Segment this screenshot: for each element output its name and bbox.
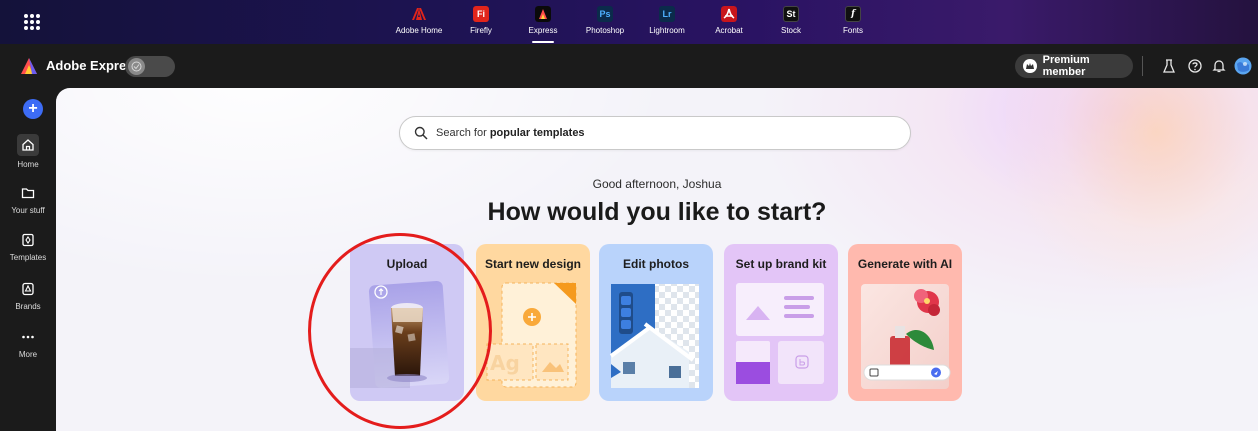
app-switcher-bar: Adobe Home Fi Firefly Express Ps Photosh… <box>0 0 1258 44</box>
adobe-home-icon <box>412 8 426 20</box>
active-indicator <box>532 41 554 43</box>
more-icon <box>19 328 37 346</box>
help-icon[interactable] <box>1186 57 1204 75</box>
avatar[interactable] <box>1234 57 1252 75</box>
greeting-text: Good afternoon, Joshua <box>592 177 722 191</box>
app-label: Photoshop <box>585 26 625 35</box>
app-stock[interactable]: St Stock <box>760 4 822 44</box>
sidebar-item-label: Home <box>17 160 39 169</box>
acrobat-icon <box>721 6 737 22</box>
app-label: Fonts <box>842 26 863 35</box>
plus-icon: + <box>28 100 38 117</box>
sidebar-item-home[interactable]: Home <box>0 134 56 169</box>
sidebar-item-label: Templates <box>9 253 47 262</box>
app-list: Adobe Home Fi Firefly Express Ps Photosh… <box>388 4 884 44</box>
generate-with-ai-card[interactable]: Generate with AI <box>848 244 962 401</box>
express-icon <box>535 6 551 22</box>
card-title: Generate with AI <box>857 257 953 271</box>
start-new-design-card[interactable]: Ag Start new design <box>476 244 590 401</box>
create-new-button[interactable]: + <box>23 99 43 119</box>
sidebar-item-brands[interactable]: Brands <box>0 280 56 311</box>
brands-icon <box>19 280 37 298</box>
app-photoshop[interactable]: Ps Photoshop <box>574 4 636 44</box>
card-title: Edit photos <box>623 257 689 271</box>
app-fonts[interactable]: f Fonts <box>822 4 884 44</box>
card-title: Set up brand kit <box>735 257 827 271</box>
home-icon <box>17 134 39 156</box>
adobe-express-logo[interactable] <box>20 58 38 74</box>
bell-icon[interactable] <box>1210 57 1228 75</box>
home-canvas: Search for popular templates Good aftern… <box>56 88 1258 431</box>
search-placeholder: Search for popular templates <box>436 127 585 139</box>
premium-member-badge[interactable]: Premium member <box>1015 54 1133 78</box>
sidebar-item-label: More <box>18 350 38 359</box>
beaker-icon[interactable] <box>1160 57 1178 75</box>
sidebar-item-label: Brands <box>15 302 41 311</box>
express-header: Adobe Express Premium member <box>0 44 1258 88</box>
app-adobe-home[interactable]: Adobe Home <box>388 4 450 44</box>
sidebar-item-your-stuff[interactable]: Your stuff <box>0 184 56 215</box>
sidebar-item-templates[interactable]: Templates <box>0 231 56 262</box>
set-up-brand-kit-card[interactable]: Set up brand kit <box>724 244 838 401</box>
templates-icon <box>19 231 37 249</box>
edit-photos-card[interactable]: Edit photos <box>599 244 713 401</box>
app-label: Acrobat <box>715 26 743 35</box>
app-lightroom[interactable]: Lr Lightroom <box>636 4 698 44</box>
app-express[interactable]: Express <box>512 4 574 44</box>
app-acrobat[interactable]: Acrobat <box>698 4 760 44</box>
premium-label: Premium member <box>1042 54 1090 78</box>
search-input[interactable]: Search for popular templates <box>399 116 911 150</box>
crown-icon <box>1023 59 1037 73</box>
divider <box>1142 56 1143 76</box>
ag-text-glyph: Ag <box>490 351 520 375</box>
app-firefly[interactable]: Fi Firefly <box>450 4 512 44</box>
sidebar: + Home Your stuff Templates Brands More <box>0 88 56 431</box>
fonts-icon: f <box>845 6 861 22</box>
app-label: Adobe Home <box>395 26 443 35</box>
app-label: Express <box>528 26 558 35</box>
toggle-knob-icon <box>128 58 145 75</box>
card-title: Upload <box>386 257 428 271</box>
upload-card[interactable]: Upload <box>350 244 464 401</box>
sidebar-item-label: Your stuff <box>11 206 45 215</box>
apps-grid-icon[interactable] <box>22 12 42 32</box>
photoshop-icon: Ps <box>597 6 613 22</box>
card-title: Start new design <box>484 257 582 271</box>
app-label: Lightroom <box>649 26 685 35</box>
page-title: How would you like to start? <box>487 198 827 226</box>
app-label: Firefly <box>470 26 492 35</box>
stock-icon: St <box>783 6 799 22</box>
search-icon <box>414 126 428 140</box>
lightroom-icon: Lr <box>659 6 675 22</box>
workspace-toggle[interactable] <box>125 56 175 77</box>
app-label: Stock <box>780 26 801 35</box>
sidebar-item-more[interactable]: More <box>0 328 56 359</box>
firefly-icon: Fi <box>473 6 489 22</box>
adobe-express-window: { "app_switcher": { "apps": [ {"name": "… <box>0 0 1258 431</box>
folder-icon <box>19 184 37 202</box>
